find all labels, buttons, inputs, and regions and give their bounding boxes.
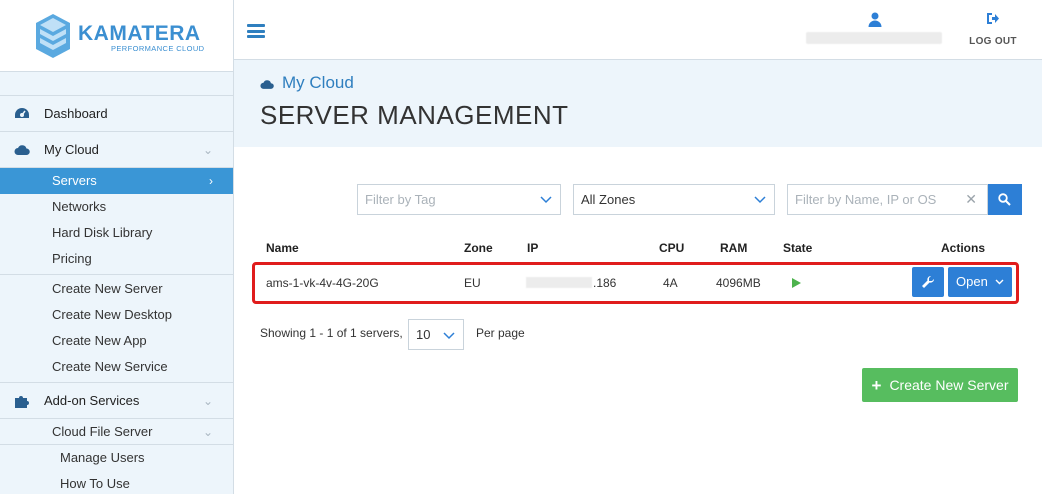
sidebar-item-manage-users[interactable]: Manage Users: [0, 445, 233, 471]
sidebar-item-create-desktop[interactable]: Create New Desktop: [0, 302, 233, 328]
per-page-value: 10: [416, 327, 431, 342]
column-header-ip[interactable]: IP: [527, 241, 538, 255]
chevron-down-icon: ⌄: [202, 143, 213, 157]
kamatera-logo-icon: [36, 14, 70, 58]
logo[interactable]: KAMATERA PERFORMANCE CLOUD: [0, 0, 233, 72]
menu-toggle-icon[interactable]: [247, 24, 265, 38]
breadcrumb-label: My Cloud: [282, 73, 354, 92]
chevron-down-icon: ⌄: [202, 425, 213, 439]
create-submenu: Create New Server Create New Desktop Cre…: [0, 275, 233, 383]
search-button[interactable]: [988, 184, 1022, 215]
column-header-ram[interactable]: RAM: [720, 241, 747, 255]
tag-filter-select[interactable]: Filter by Tag: [357, 184, 561, 215]
chevron-down-icon: ⌄: [202, 394, 213, 408]
search-input[interactable]: Filter by Name, IP or OS ✕: [787, 184, 988, 215]
column-header-state[interactable]: State: [783, 241, 812, 255]
brand-name: KAMATERA: [78, 22, 201, 45]
logout-button[interactable]: LOG OUT: [964, 12, 1022, 49]
sidebar-spacer: [0, 72, 233, 96]
sidebar-item-dashboard[interactable]: Dashboard: [0, 96, 233, 132]
zone-filter-select[interactable]: All Zones: [573, 184, 775, 215]
sidebar-item-label: Cloud File Server: [52, 424, 153, 439]
sidebar-item-label: Dashboard: [44, 106, 108, 121]
sidebar-item-label: Add-on Services: [44, 393, 140, 408]
brand-tagline: PERFORMANCE CLOUD: [111, 44, 205, 53]
sidebar: KAMATERA PERFORMANCE CLOUD Dashboard My …: [0, 0, 234, 494]
logout-icon: [987, 13, 999, 24]
page-header: My Cloud SERVER MANAGEMENT: [234, 60, 1042, 147]
my-cloud-submenu: Servers › Networks Hard Disk Library Pri…: [0, 168, 233, 275]
create-server-label: Create New Server: [889, 377, 1009, 393]
logout-label: LOG OUT: [969, 36, 1017, 47]
server-ram: 4096MB: [716, 276, 761, 290]
sidebar-item-label: My Cloud: [44, 142, 99, 157]
chevron-down-icon: [995, 279, 1004, 285]
server-zone: EU: [464, 276, 481, 290]
sidebar-item-label: Servers: [52, 173, 97, 188]
user-icon[interactable]: [868, 12, 882, 27]
zone-filter-value: All Zones: [581, 192, 636, 207]
server-cpu: 4A: [663, 276, 678, 290]
per-page-select[interactable]: 10: [408, 319, 464, 350]
sidebar-item-pricing[interactable]: Pricing: [0, 246, 233, 272]
sidebar-item-cloud-file-server[interactable]: Cloud File Server ⌄: [0, 419, 233, 445]
search-icon: [998, 193, 1011, 206]
sidebar-item-addon-services[interactable]: Add-on Services ⌄: [0, 383, 233, 419]
showing-count: Showing 1 - 1 of 1 servers,: [260, 326, 403, 340]
user-name-redacted[interactable]: [806, 32, 942, 44]
chevron-down-icon: [754, 196, 766, 204]
tag-filter-placeholder: Filter by Tag: [365, 192, 436, 207]
column-header-actions: Actions: [941, 241, 986, 255]
open-dropdown-button[interactable]: Open: [948, 267, 1012, 297]
open-label: Open: [956, 274, 988, 289]
top-bar: LOG OUT: [234, 0, 1042, 60]
plus-icon: +: [871, 376, 882, 395]
cloud-icon: [14, 145, 30, 155]
column-header-name[interactable]: Name: [266, 241, 299, 255]
sidebar-item-hard-disk-library[interactable]: Hard Disk Library: [0, 220, 233, 246]
sidebar-item-create-app[interactable]: Create New App: [0, 328, 233, 354]
ip-redacted: [526, 277, 592, 288]
create-new-server-button[interactable]: + Create New Server: [862, 368, 1018, 402]
per-page-label: Per page: [476, 326, 525, 340]
dashboard-icon: [15, 108, 29, 118]
sidebar-item-how-to-use[interactable]: How To Use: [0, 471, 233, 497]
puzzle-icon: [15, 396, 29, 408]
configure-button[interactable]: [912, 267, 944, 297]
server-name[interactable]: ams-1-vk-4v-4G-20G: [266, 276, 379, 290]
sidebar-item-networks[interactable]: Networks: [0, 194, 233, 220]
chevron-right-icon: ›: [209, 174, 213, 188]
clear-icon[interactable]: ✕: [965, 185, 977, 214]
running-state-icon[interactable]: [792, 278, 801, 288]
cloud-icon: [260, 80, 274, 89]
chevron-down-icon: [540, 196, 552, 204]
column-header-zone[interactable]: Zone: [464, 241, 493, 255]
sidebar-item-create-service[interactable]: Create New Service: [0, 354, 233, 380]
wrench-icon: [922, 275, 935, 288]
search-placeholder: Filter by Name, IP or OS: [795, 192, 937, 207]
sidebar-item-my-cloud[interactable]: My Cloud ⌄: [0, 132, 233, 168]
column-header-cpu[interactable]: CPU: [659, 241, 684, 255]
sidebar-item-servers[interactable]: Servers ›: [0, 168, 233, 194]
page-title: SERVER MANAGEMENT: [260, 100, 569, 130]
server-ip-suffix: .186: [593, 276, 617, 290]
breadcrumb[interactable]: My Cloud: [260, 73, 354, 93]
chevron-down-icon: [443, 332, 455, 340]
sidebar-item-create-server[interactable]: Create New Server: [0, 276, 233, 302]
